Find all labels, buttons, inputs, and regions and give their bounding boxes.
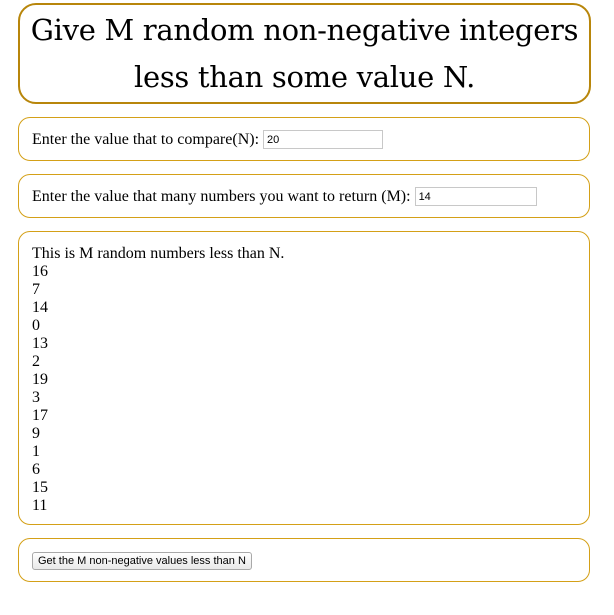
header-panel: Give M random non-negative integers less… bbox=[18, 3, 591, 104]
result-value: 2 bbox=[32, 353, 40, 370]
result-value: 0 bbox=[32, 317, 40, 334]
page-title-line-2: less than some value N. bbox=[133, 60, 475, 94]
result-value: 11 bbox=[32, 497, 48, 514]
n-value-input[interactable] bbox=[263, 130, 384, 149]
result-value: 9 bbox=[32, 425, 40, 442]
results-list: 16 7 14 0 13 2 19 3 17 9 1 6 15 11 bbox=[32, 263, 284, 515]
result-value: 13 bbox=[32, 335, 48, 352]
page-title-line-1: Give M random non-negative integers bbox=[30, 13, 579, 47]
page-title: Give M random non-negative integers less… bbox=[20, 5, 589, 101]
get-values-button[interactable]: Get the M non-negative values less than … bbox=[32, 552, 252, 570]
result-value: 1 bbox=[32, 443, 40, 460]
result-value: 15 bbox=[32, 479, 48, 496]
result-value: 3 bbox=[32, 389, 40, 406]
result-value: 6 bbox=[32, 461, 40, 478]
result-value: 7 bbox=[32, 281, 40, 298]
result-value: 16 bbox=[32, 263, 48, 280]
result-value: 14 bbox=[32, 299, 48, 316]
result-value: 19 bbox=[32, 371, 48, 388]
n-field-label: Enter the value that to compare(N): bbox=[32, 130, 260, 148]
result-value: 17 bbox=[32, 407, 48, 424]
m-field-label: Enter the value that many numbers you wa… bbox=[32, 187, 411, 205]
n-input-panel: Enter the value that to compare(N): bbox=[18, 117, 590, 161]
m-value-input[interactable] bbox=[414, 187, 537, 206]
m-input-panel: Enter the value that many numbers you wa… bbox=[18, 174, 590, 218]
action-panel: Get the M non-negative values less than … bbox=[18, 538, 590, 582]
results-heading: This is M random numbers less than N. bbox=[32, 245, 285, 262]
results-panel: This is M random numbers less than N. 16… bbox=[18, 231, 590, 525]
